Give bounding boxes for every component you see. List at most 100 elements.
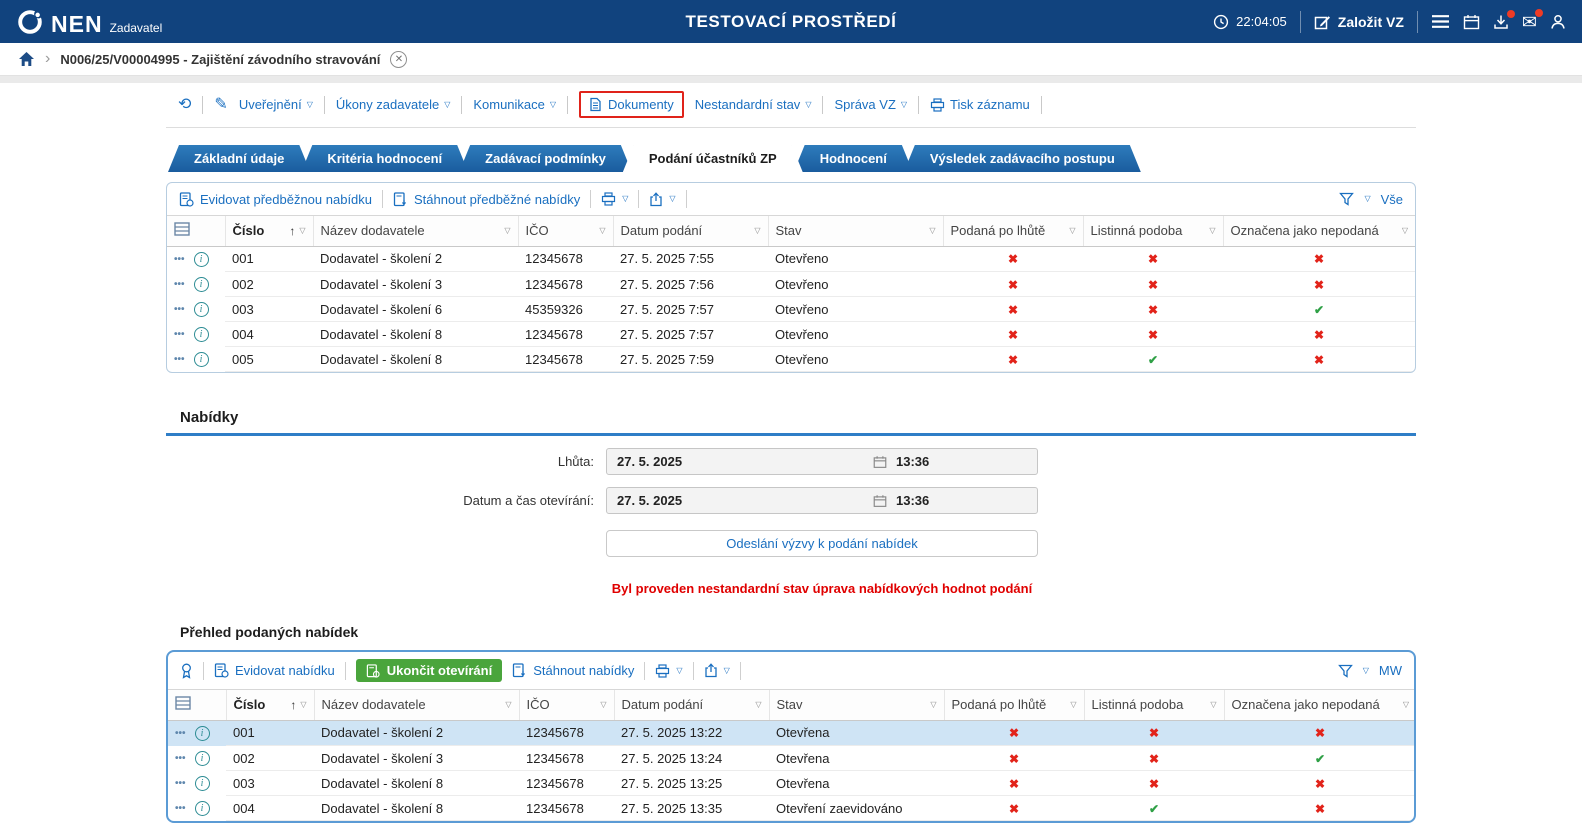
lhuta-date-value[interactable]: 27. 5. 2025 <box>607 454 873 469</box>
row-menu-icon[interactable]: ••• <box>174 354 185 365</box>
filter-view-label[interactable]: MW <box>1379 663 1402 678</box>
filter-dropdown-icon[interactable]: ▽ <box>1069 226 1075 235</box>
filter-funnel-button[interactable] <box>1339 192 1354 206</box>
menu-dokumenty[interactable]: Dokumenty <box>579 91 684 118</box>
tab[interactable]: Kritéria hodnocení <box>301 145 468 172</box>
row-menu-icon[interactable]: ••• <box>175 753 186 764</box>
column-header[interactable]: IČO▽ <box>518 216 613 246</box>
column-settings-icon[interactable] <box>174 222 190 236</box>
column-header[interactable]: Datum podání▽ <box>614 690 769 720</box>
create-vz-button[interactable]: Založit VZ <box>1314 14 1404 30</box>
filter-dropdown-icon[interactable]: ▽ <box>299 226 305 235</box>
row-menu-icon[interactable]: ••• <box>174 329 185 340</box>
column-header[interactable]: Podaná po lhůtě▽ <box>944 690 1084 720</box>
column-header[interactable]: Název dodavatele▽ <box>313 216 518 246</box>
table-row[interactable]: •••i001Dodavatel - školení 21234567827. … <box>168 720 1416 746</box>
home-button[interactable] <box>18 51 35 67</box>
table-row[interactable]: •••i002Dodavatel - školení 31234567827. … <box>167 272 1415 297</box>
ukoncit-otevirani-button[interactable]: Ukončit otevírání <box>356 659 502 682</box>
calendar-icon[interactable] <box>873 494 887 508</box>
print-table-button[interactable]: ▽ <box>601 192 628 206</box>
menu-komunikace[interactable]: Komunikace ▽ <box>473 97 556 112</box>
table-row[interactable]: •••i001Dodavatel - školení 21234567827. … <box>167 246 1415 272</box>
menu-sprava-vz[interactable]: Správa VZ ▽ <box>834 97 907 112</box>
filter-dropdown-icon[interactable]: ▽ <box>505 700 511 709</box>
edit-icon[interactable]: ✎ <box>214 97 227 113</box>
lhuta-field[interactable]: 27. 5. 2025 13:36 <box>606 448 1038 475</box>
column-header[interactable]: Číslo↑▽ <box>226 690 314 720</box>
tab[interactable]: Výsledek zadávacího postupu <box>904 145 1141 172</box>
otevirani-date-value[interactable]: 27. 5. 2025 <box>607 493 873 508</box>
filter-dropdown-icon[interactable]: ▽ <box>1402 226 1408 235</box>
filter-dropdown-icon[interactable]: ▽ <box>754 226 760 235</box>
filter-dropdown-icon[interactable]: ▽ <box>599 226 605 235</box>
record-breadcrumb[interactable]: N006/25/V00004995 - Zajištění závodního … <box>60 52 380 67</box>
profile-button[interactable] <box>1550 14 1566 30</box>
calendar-icon[interactable] <box>873 455 887 469</box>
info-icon[interactable]: i <box>195 801 210 816</box>
info-icon[interactable]: i <box>194 277 209 292</box>
otevirani-time-value[interactable]: 13:36 <box>887 493 1037 508</box>
nen-logo[interactable]: NEN Zadavatel <box>16 8 162 36</box>
table-row[interactable]: •••i002Dodavatel - školení 31234567827. … <box>168 746 1416 771</box>
main-menu-button[interactable] <box>1431 14 1450 29</box>
filter-funnel-button[interactable] <box>1338 664 1353 678</box>
column-header[interactable]: Označena jako nepodaná▽ <box>1223 216 1415 246</box>
info-icon[interactable]: i <box>194 327 209 342</box>
row-menu-icon[interactable]: ••• <box>174 279 185 290</box>
history-icon[interactable]: ⟲ <box>178 97 191 113</box>
tab[interactable]: Hodnocení <box>794 145 913 172</box>
filter-dropdown-icon[interactable]: ▽ <box>1403 700 1409 709</box>
column-header[interactable]: Podaná po lhůtě▽ <box>943 216 1083 246</box>
export-table-button[interactable]: ▽ <box>704 663 730 678</box>
filter-dropdown-icon[interactable]: ▽ <box>1209 226 1215 235</box>
export-table-button[interactable]: ▽ <box>649 192 675 207</box>
column-header[interactable]: Číslo↑▽ <box>225 216 313 246</box>
otevirani-field[interactable]: 27. 5. 2025 13:36 <box>606 487 1038 514</box>
evidovat-predbeznou-button[interactable]: Evidovat předběžnou nabídku <box>179 192 372 207</box>
column-header[interactable]: Stav▽ <box>769 690 944 720</box>
menu-ukony-zadavatele[interactable]: Úkony zadavatele ▽ <box>336 97 451 112</box>
row-menu-icon[interactable]: ••• <box>175 728 186 739</box>
column-header[interactable]: Označena jako nepodaná▽ <box>1224 690 1416 720</box>
column-settings-icon[interactable] <box>175 696 191 710</box>
messages-button[interactable]: ✉ <box>1522 13 1537 31</box>
filter-view-dropdown-icon[interactable]: ▽ <box>1363 667 1369 675</box>
table-row[interactable]: •••i004Dodavatel - školení 81234567827. … <box>167 322 1415 347</box>
filter-dropdown-icon[interactable]: ▽ <box>1210 700 1216 709</box>
column-header[interactable]: Datum podání▽ <box>613 216 768 246</box>
row-menu-icon[interactable]: ••• <box>175 778 186 789</box>
table-row[interactable]: •••i003Dodavatel - školení 81234567827. … <box>168 771 1416 796</box>
filter-dropdown-icon[interactable]: ▽ <box>1070 700 1076 709</box>
tab[interactable]: Podání účastníků ZP <box>623 145 803 172</box>
filter-dropdown-icon[interactable]: ▽ <box>929 226 935 235</box>
info-icon[interactable]: i <box>195 751 210 766</box>
info-icon[interactable]: i <box>194 302 209 317</box>
column-header[interactable]: Stav▽ <box>768 216 943 246</box>
column-settings-header[interactable] <box>167 216 225 246</box>
column-header[interactable]: IČO▽ <box>519 690 614 720</box>
filter-dropdown-icon[interactable]: ▽ <box>600 700 606 709</box>
column-header[interactable]: Listinná podoba▽ <box>1084 690 1224 720</box>
filter-view-label[interactable]: Vše <box>1381 192 1403 207</box>
info-icon[interactable]: i <box>195 726 210 741</box>
info-icon[interactable]: i <box>194 252 209 267</box>
filter-dropdown-icon[interactable]: ▽ <box>755 700 761 709</box>
award-button[interactable] <box>180 663 193 679</box>
column-header[interactable]: Název dodavatele▽ <box>314 690 519 720</box>
table-row[interactable]: •••i005Dodavatel - školení 81234567827. … <box>167 347 1415 372</box>
stahnout-nabidky-button[interactable]: Stáhnout nabídky <box>512 663 634 678</box>
tab[interactable]: Základní údaje <box>168 145 310 172</box>
print-table-button[interactable]: ▽ <box>655 664 682 678</box>
print-record-button[interactable]: Tisk záznamu <box>930 97 1030 112</box>
info-icon[interactable]: i <box>194 352 209 367</box>
calendar-button[interactable] <box>1463 14 1480 30</box>
row-menu-icon[interactable]: ••• <box>174 254 185 265</box>
downloads-button[interactable] <box>1493 14 1509 30</box>
lhuta-time-value[interactable]: 13:36 <box>887 454 1037 469</box>
filter-dropdown-icon[interactable]: ▽ <box>930 700 936 709</box>
tab[interactable]: Zadávací podmínky <box>459 145 632 172</box>
menu-nestandardni-stav[interactable]: Nestandardní stav ▽ <box>695 97 812 112</box>
row-menu-icon[interactable]: ••• <box>175 803 186 814</box>
filter-view-dropdown-icon[interactable]: ▽ <box>1364 195 1370 203</box>
